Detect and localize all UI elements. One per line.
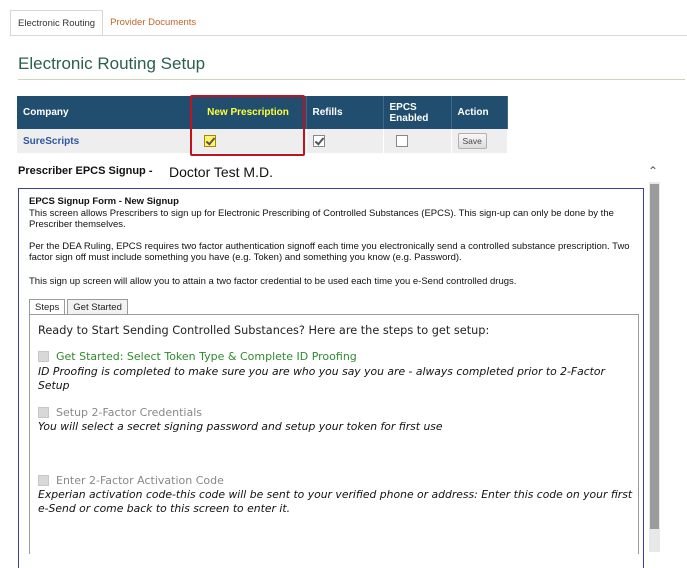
epcs-enabled-checkbox[interactable] xyxy=(395,135,408,147)
step-title-2factor-credentials: Setup 2-Factor Credentials xyxy=(38,406,202,419)
header-epcs-enabled: EPCS Enabled xyxy=(383,96,452,129)
steps-intro: Ready to Start Sending Controlled Substa… xyxy=(38,324,490,337)
step-label: Get Started: Select Token Type & Complet… xyxy=(56,350,357,363)
step-label: Setup 2-Factor Credentials xyxy=(56,406,202,419)
header-epcs-line2: Enabled xyxy=(389,112,429,124)
form-paragraph-signup: This sign up screen will allow you to at… xyxy=(29,276,517,287)
company-cell: SureScripts xyxy=(17,129,191,153)
title-rule xyxy=(18,79,685,80)
prescriber-name: Doctor Test M.D. xyxy=(169,164,273,180)
form-title: EPCS Signup Form - New Signup xyxy=(29,196,179,207)
tab-steps[interactable]: Steps xyxy=(29,299,66,315)
top-tab-bar: Electronic Routing Provider Documents xyxy=(10,10,203,36)
header-epcs-line1: EPCS xyxy=(389,101,417,113)
step-desc-activation-code: Experian activation code-this code will … xyxy=(38,488,633,515)
save-button[interactable]: Save xyxy=(457,133,487,149)
tab-divider xyxy=(10,35,687,36)
step-desc-get-started: ID Proofing is completed to make sure yo… xyxy=(38,365,605,392)
header-company: Company xyxy=(17,96,191,129)
tab-get-started[interactable]: Get Started xyxy=(67,299,128,315)
step-checkbox xyxy=(38,475,49,486)
scroll-up-chevron-icon[interactable]: ⌃ xyxy=(648,164,658,178)
header-action: Action xyxy=(451,96,508,129)
scrollbar-thumb[interactable] xyxy=(650,184,659,529)
refills-checkbox[interactable] xyxy=(312,135,325,147)
step-checkbox xyxy=(38,407,49,418)
header-refills: Refills xyxy=(306,96,384,129)
annotation-highlight-box xyxy=(190,95,305,156)
step-checkbox xyxy=(38,351,49,362)
signup-heading: Prescriber EPCS Signup - xyxy=(18,165,153,177)
epcs-enabled-cell xyxy=(383,129,452,153)
form-tab-bar: Steps Get Started xyxy=(29,299,130,315)
tab-electronic-routing[interactable]: Electronic Routing xyxy=(10,10,104,36)
step-desc-2factor-credentials: You will select a secret signing passwor… xyxy=(38,420,443,433)
step-title-activation-code: Enter 2-Factor Activation Code xyxy=(38,474,224,487)
refills-cell xyxy=(306,129,384,153)
page-title: Electronic Routing Setup xyxy=(18,54,206,73)
step-label: Enter 2-Factor Activation Code xyxy=(56,474,224,487)
form-paragraph-intro: This screen allows Prescribers to sign u… xyxy=(29,208,614,230)
action-cell: Save xyxy=(451,129,508,153)
form-paragraph-dea: Per the DEA Ruling, EPCS requires two fa… xyxy=(29,241,630,263)
tab-provider-documents[interactable]: Provider Documents xyxy=(103,10,203,36)
step-title-get-started[interactable]: Get Started: Select Token Type & Complet… xyxy=(38,350,357,363)
